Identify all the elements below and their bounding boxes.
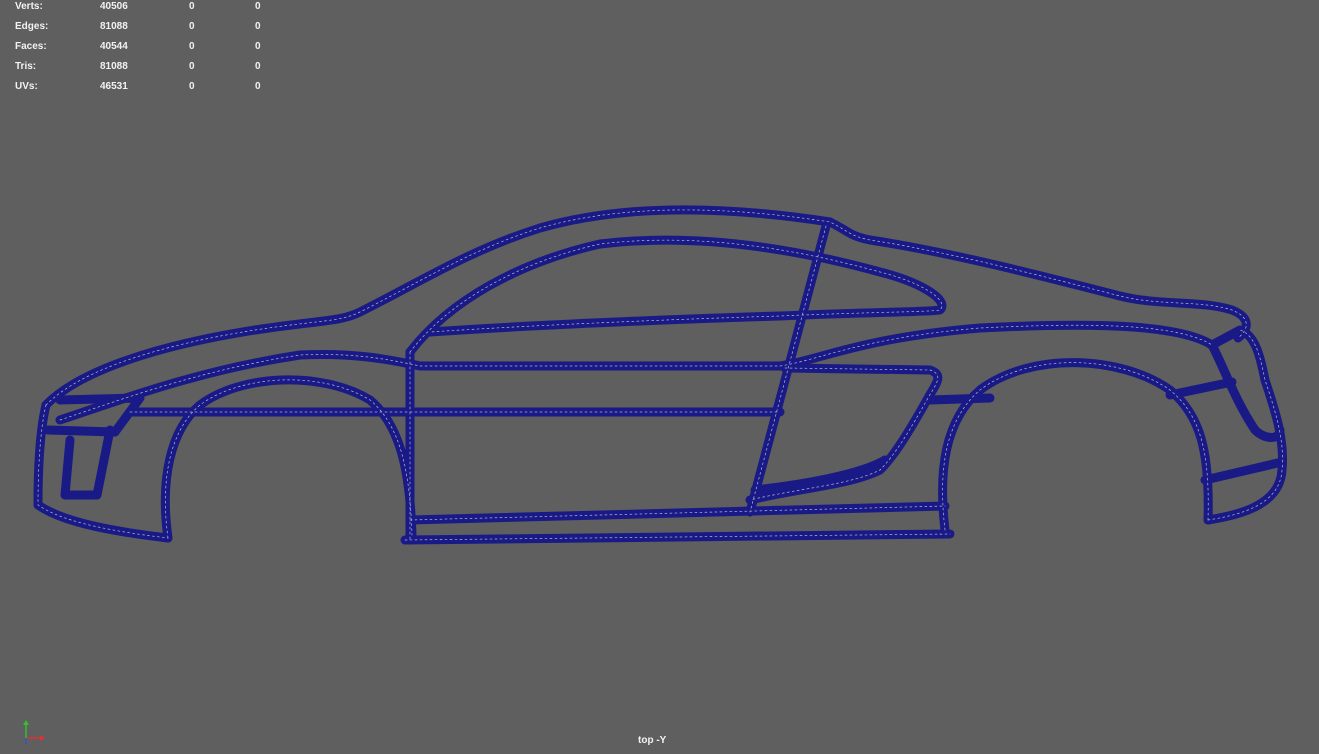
rear-cover-line (925, 393, 995, 405)
car-wireframe-mesh[interactable] (0, 0, 1319, 754)
axis-gizmo-icon (18, 716, 48, 746)
mesh-wire-overlay (37, 209, 1283, 541)
mesh-base-strokes (33, 205, 1288, 545)
belt-line (55, 320, 1217, 425)
window-top (405, 235, 947, 357)
side-scoop (745, 363, 943, 505)
viewport-panel[interactable]: Verts: 40506 0 0 Edges: 81088 0 0 Faces:… (0, 0, 1319, 754)
rear-crossbar (1200, 457, 1287, 485)
front-grille-bar (43, 425, 120, 437)
front-light-frame (60, 425, 115, 500)
rear-bumper (1203, 325, 1288, 525)
rear-wheel-arch (938, 358, 1213, 535)
camera-name-label: top -Y (638, 735, 667, 746)
rear-upper-bar (1165, 377, 1237, 400)
